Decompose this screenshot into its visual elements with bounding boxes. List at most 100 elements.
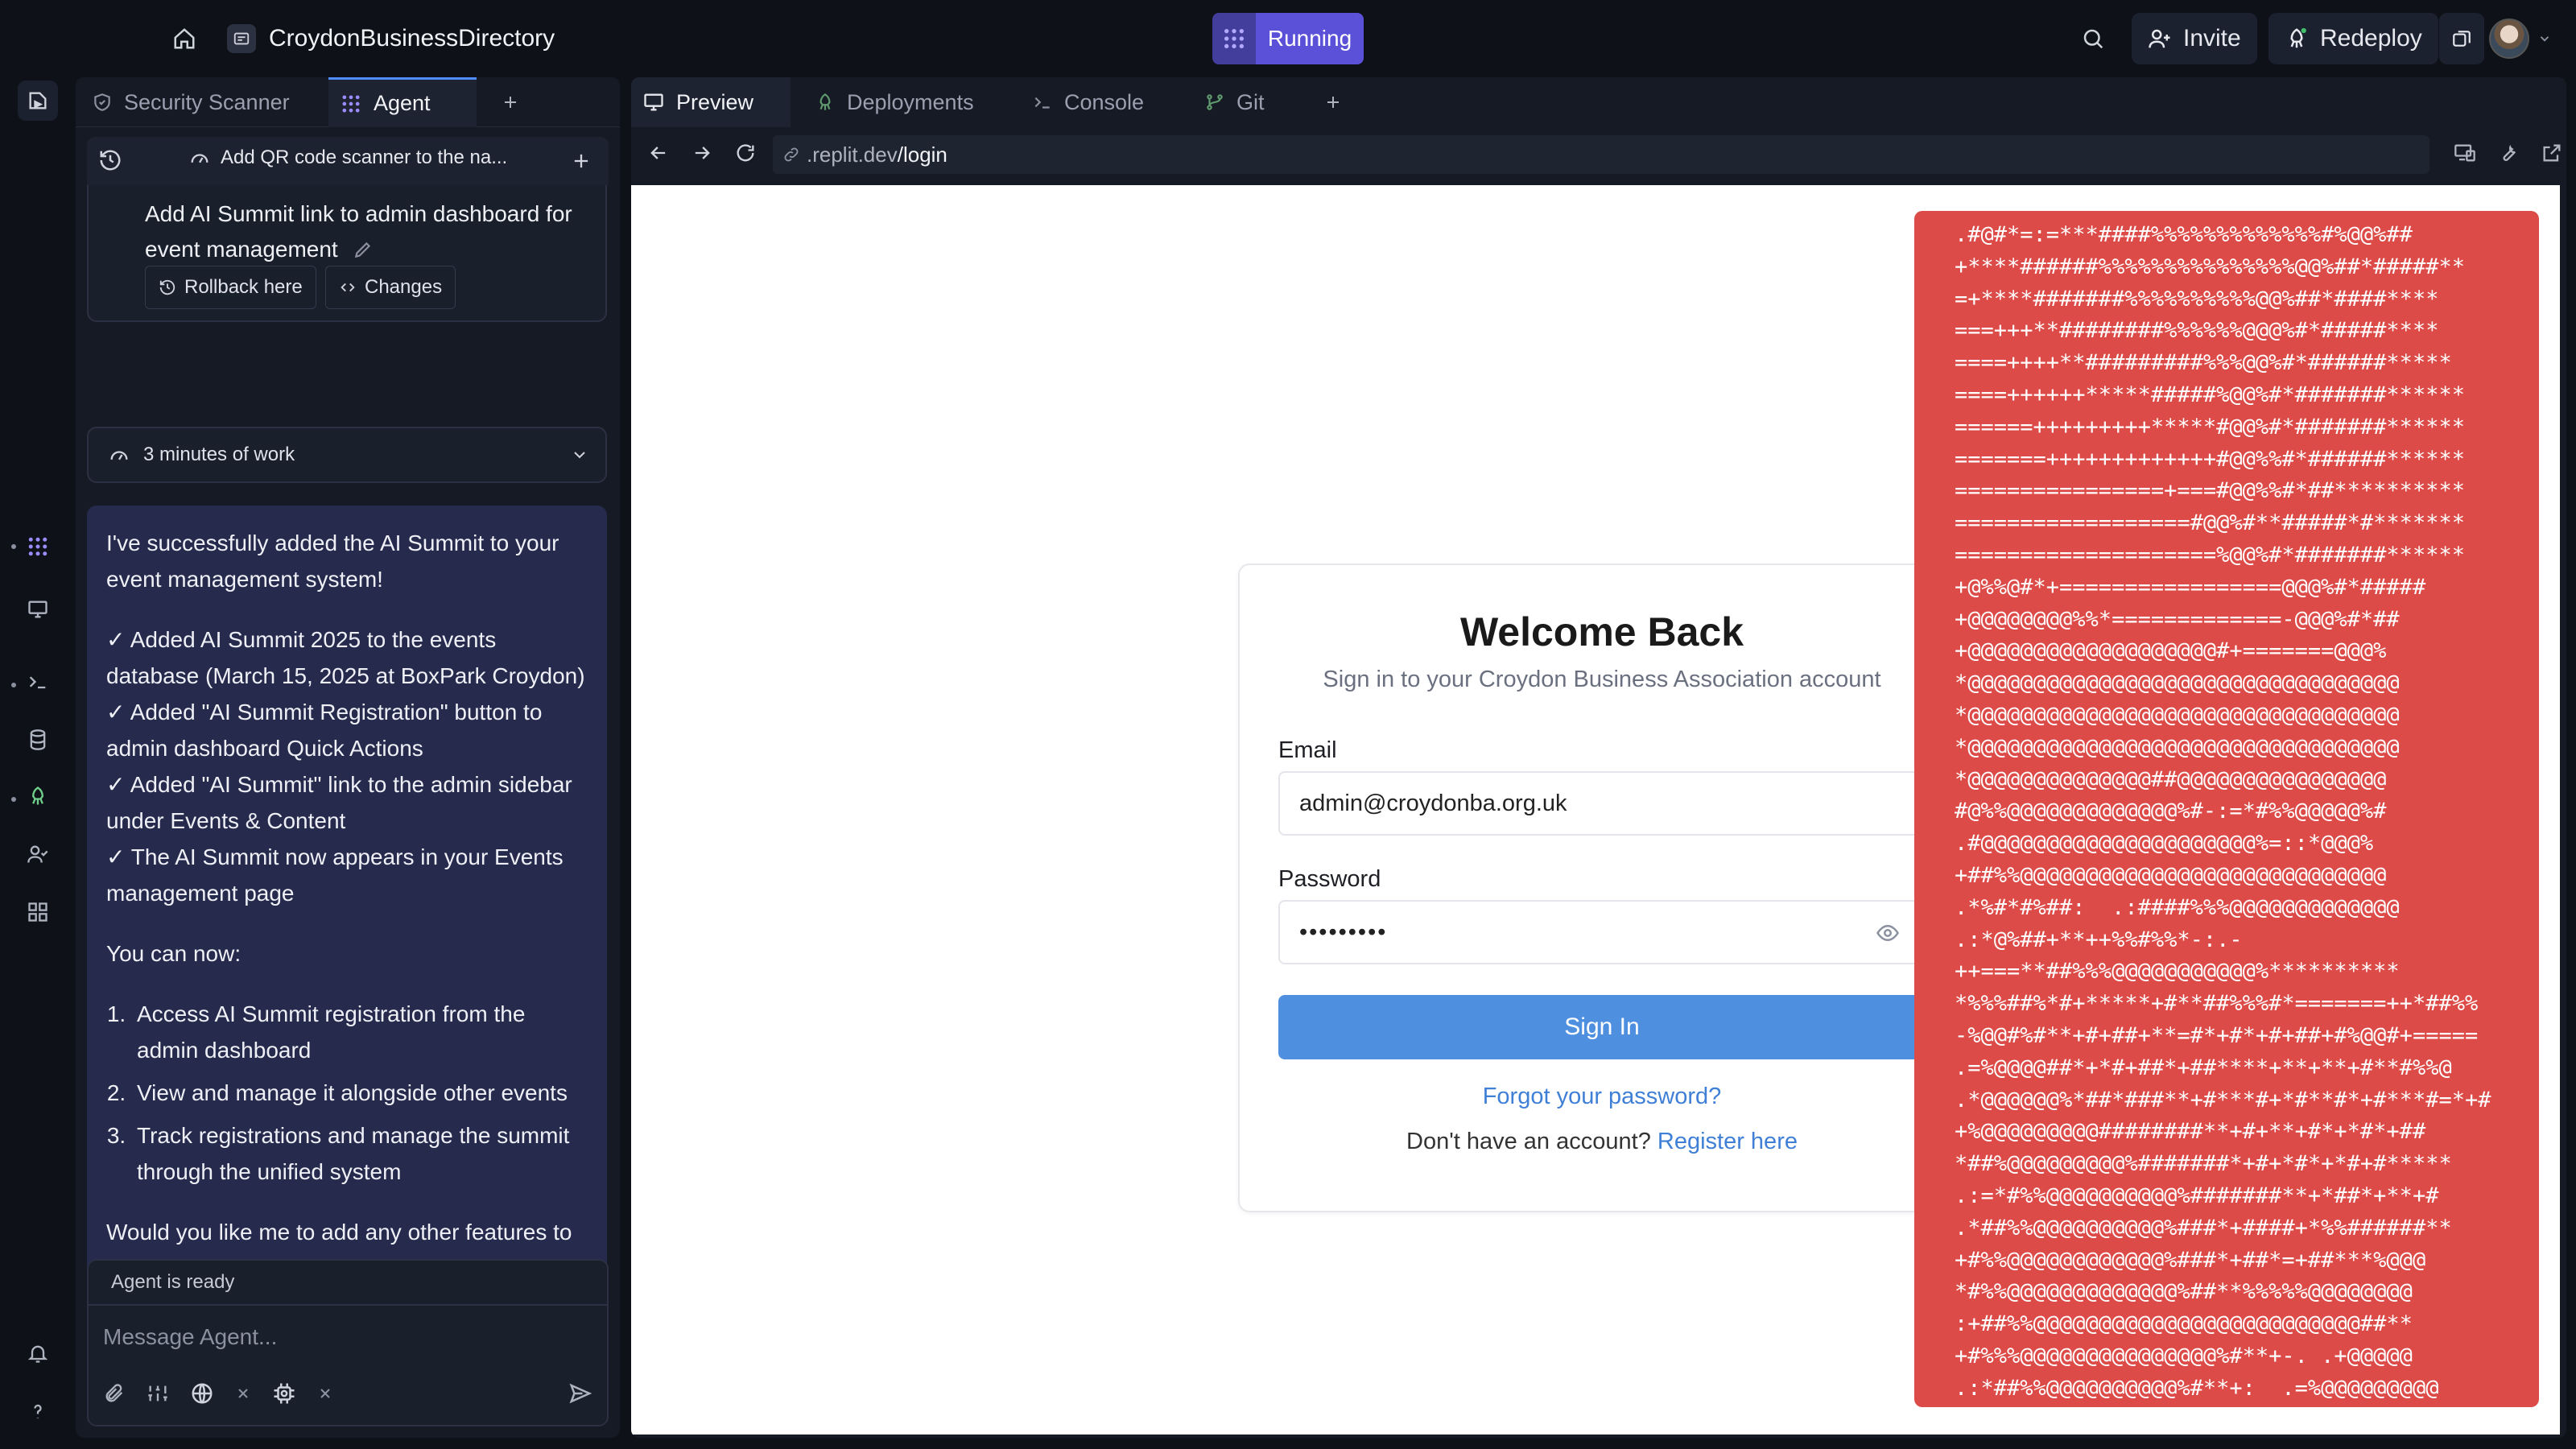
rollback-button[interactable]: Rollback here xyxy=(145,266,316,309)
rail-console-button[interactable] xyxy=(18,662,58,702)
message-composer: Agent is ready xyxy=(87,1259,609,1426)
user-menu[interactable] xyxy=(2489,18,2552,60)
invite-label: Invite xyxy=(2183,25,2241,52)
reply-check-item: ✓ The AI Summit now appears in your Even… xyxy=(106,844,564,906)
tab-git[interactable]: Git xyxy=(1193,77,1276,127)
wrench-icon[interactable] xyxy=(2497,142,2520,164)
link-icon xyxy=(784,147,799,162)
login-title: Welcome Back xyxy=(1459,609,1744,654)
external-link-icon[interactable] xyxy=(2541,142,2563,164)
no-account-text: Don't have an account? xyxy=(1406,1129,1651,1154)
ascii-art-line: +@%%@#*+=================@@@%#*##### xyxy=(1955,574,2426,600)
search-icon xyxy=(2083,29,2103,49)
new-chat-button[interactable] xyxy=(570,150,592,172)
password-value: ••••••••• xyxy=(1299,919,1388,945)
rail-database-button[interactable] xyxy=(18,720,58,760)
url-field[interactable]: .replit.dev/login xyxy=(773,135,2429,174)
rail-dot xyxy=(11,683,16,687)
ascii-art-line: ++===**##%%%@@@@@@@@@@@%********** xyxy=(1955,959,2400,985)
chip-icon[interactable] xyxy=(272,1381,296,1406)
sign-in-button[interactable]: Sign In xyxy=(1278,995,1926,1059)
gauge-icon xyxy=(110,451,128,460)
eye-icon xyxy=(1876,924,1899,942)
new-tab-button[interactable] xyxy=(1312,77,1354,127)
redeploy-button[interactable]: Redeploy xyxy=(2268,13,2438,64)
ascii-art-line: .#@#*=:=***####%%%%%%%%%%%%%#%@@%## xyxy=(1955,222,2413,247)
user-message-text: Add AI Summit link to admin dashboard fo… xyxy=(145,196,596,267)
ascii-art-line: ====++++++*****#####%@@%#*#######****** xyxy=(1955,382,2465,407)
gauge-icon xyxy=(191,154,208,163)
database-icon xyxy=(30,729,46,750)
ascii-art-line: *@@@@@@@@@@@@@@@@@@@@@@@@@@@@@@@@@ xyxy=(1955,671,2400,696)
tab-security-scanner[interactable]: Security Scanner xyxy=(80,77,301,127)
send-button[interactable] xyxy=(568,1381,592,1406)
history-button[interactable] xyxy=(98,148,122,172)
close-icon[interactable] xyxy=(235,1385,251,1402)
register-link[interactable]: Register here xyxy=(1657,1129,1798,1154)
run-button[interactable]: Running xyxy=(1212,13,1364,64)
task-title[interactable]: Add QR code scanner to the na... xyxy=(188,147,507,169)
home-button[interactable] xyxy=(166,23,203,55)
left-rail xyxy=(0,77,76,1449)
email-field[interactable] xyxy=(1278,771,1926,836)
edit-icon[interactable] xyxy=(353,239,374,260)
right-tab-bar: Preview Deployments Console Git xyxy=(631,77,2566,127)
multiplayer-button[interactable] xyxy=(2439,13,2484,64)
tab-deployments[interactable]: Deployments xyxy=(803,77,985,127)
rail-notifications-button[interactable] xyxy=(18,1333,58,1373)
login-card: Welcome Back Sign in to your Croydon Bus… xyxy=(1238,564,1963,1212)
toggle-password-button[interactable] xyxy=(1876,921,1900,945)
address-actions xyxy=(2454,142,2563,164)
changes-label: Changes xyxy=(365,276,443,298)
send-icon xyxy=(569,1383,592,1404)
help-icon xyxy=(34,1404,42,1418)
devices-icon[interactable] xyxy=(2454,142,2476,164)
agent-icon xyxy=(342,95,360,112)
plus-icon xyxy=(574,154,588,168)
chat-scroll-area[interactable]: Add AI Summit link to admin dashboard fo… xyxy=(87,185,609,1319)
deploy-icon xyxy=(2290,27,2306,48)
search-button[interactable] xyxy=(2075,23,2111,55)
reload-icon xyxy=(737,144,754,162)
password-field[interactable]: ••••••••• xyxy=(1278,900,1926,964)
rail-agent-button[interactable] xyxy=(18,526,58,567)
changes-button[interactable]: Changes xyxy=(325,266,456,309)
reload-button[interactable] xyxy=(734,142,757,164)
sliders-icon[interactable] xyxy=(147,1382,169,1405)
ascii-art-line: +****######%%%%%%%%%%%%%%%@@%##*#####** xyxy=(1955,254,2465,279)
repl-title: CroydonBusinessDirectory xyxy=(269,25,555,52)
deploy-icon xyxy=(31,786,44,805)
repl-title-area[interactable]: CroydonBusinessDirectory xyxy=(227,21,555,56)
add-user-icon xyxy=(2149,29,2170,48)
tab-agent[interactable]: Agent xyxy=(328,77,477,127)
rail-users-button[interactable] xyxy=(18,834,58,874)
forgot-password-link[interactable]: Forgot your password? xyxy=(1240,1084,1964,1110)
rail-deployments-button[interactable] xyxy=(18,776,58,816)
composer-tools xyxy=(103,1381,333,1406)
windows-icon xyxy=(2453,31,2471,47)
close-icon[interactable] xyxy=(317,1385,333,1402)
work-summary-label: 3 minutes of work xyxy=(143,444,295,465)
rail-files-button[interactable] xyxy=(18,80,58,121)
monitor-icon xyxy=(28,601,47,618)
run-label: Running xyxy=(1256,13,1364,64)
paperclip-icon[interactable] xyxy=(103,1382,126,1405)
new-tab-button[interactable] xyxy=(489,77,531,127)
work-summary[interactable]: 3 minutes of work xyxy=(87,427,607,483)
tab-preview[interactable]: Preview xyxy=(631,77,791,127)
invite-button[interactable]: Invite xyxy=(2132,13,2257,64)
back-button[interactable] xyxy=(647,142,670,164)
globe-icon[interactable] xyxy=(190,1381,214,1406)
rail-help-button[interactable] xyxy=(18,1391,58,1431)
forward-button[interactable] xyxy=(691,142,713,164)
reply-steps: Access AI Summit registration from the a… xyxy=(132,996,589,1190)
ascii-art-line: *%%%##%*#+*****+#**##%%%#*=======++*##%% xyxy=(1955,991,2479,1017)
reply-step-item: Track registrations and manage the summi… xyxy=(132,1117,589,1190)
reply-check-item: ✓ Added AI Summit 2025 to the events dat… xyxy=(106,627,585,688)
rail-preview-button[interactable] xyxy=(18,589,58,630)
message-input[interactable] xyxy=(103,1317,586,1357)
reply-check-item: ✓ Added "AI Summit" link to the admin si… xyxy=(106,772,572,833)
preview-viewport[interactable]: Welcome Back Sign in to your Croydon Bus… xyxy=(631,185,2560,1435)
rail-all-tools-button[interactable] xyxy=(18,892,58,932)
tab-console[interactable]: Console xyxy=(1021,77,1155,127)
